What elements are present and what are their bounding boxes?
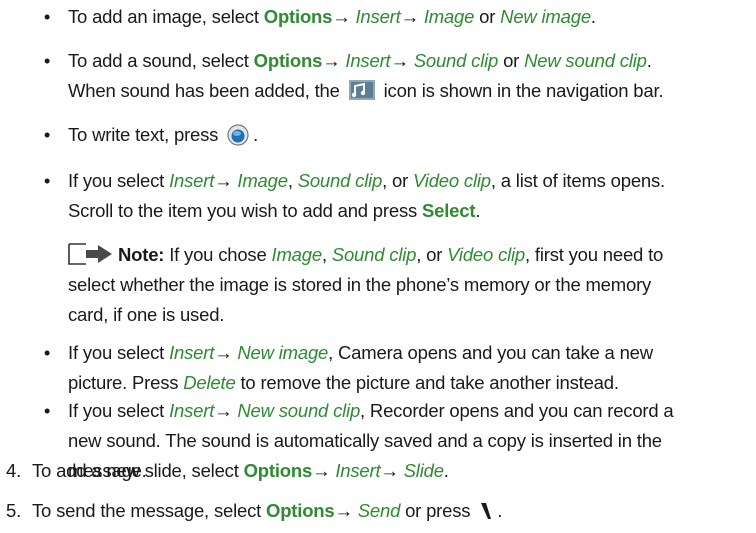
new-sound-clip-command: New sound clip (237, 400, 361, 421)
bullet-marker: • (43, 6, 51, 27)
new-image-command: New image (237, 342, 329, 363)
bullet-text: To write text, press . (68, 124, 259, 146)
bullet-marker: • (43, 124, 51, 145)
options-command: Options (253, 50, 323, 71)
bullet-text: If you select Insert→ New image, Camera … (68, 342, 653, 393)
video-clip-command: Video clip (412, 170, 491, 191)
bullet-marker: • (43, 400, 51, 421)
insert-command: Insert (335, 460, 381, 481)
sound-clip-command: Sound clip (297, 170, 383, 191)
image-command: Image (271, 244, 323, 265)
slide-command: Slide (403, 460, 444, 481)
bullet-text: If you select Insert→ Image, Sound clip,… (68, 170, 665, 221)
insert-command: Insert (169, 400, 215, 421)
bullet-text: To add an image, select Options→ Insert→… (68, 6, 596, 27)
step-number: 4. (6, 460, 22, 481)
manual-page: • To add an image, select Options→ Inser… (0, 0, 756, 533)
new-image-command: New image (500, 6, 591, 27)
note-label: Note: (118, 244, 165, 265)
send-command: Send (357, 500, 401, 521)
step-add-slide: 4. To add a new slide, select Options→ In… (6, 456, 746, 486)
new-sound-clip-command: New sound clip (524, 50, 647, 71)
call-send-key-icon (481, 503, 492, 519)
image-command: Image (237, 170, 288, 191)
bullet-marker: • (43, 342, 51, 363)
sound-clip-command: Sound clip (413, 50, 499, 71)
sound-clip-command: Sound clip (331, 244, 417, 265)
note-arrow-icon (68, 243, 112, 265)
bullet-marker: • (43, 170, 51, 191)
bullet-text: To add a sound, select Options→ Insert→ … (68, 50, 664, 101)
sound-clip-icon (348, 80, 375, 100)
insert-command: Insert (169, 170, 215, 191)
step-number: 5. (6, 500, 22, 521)
options-command: Options (243, 460, 313, 481)
video-clip-command: Video clip (447, 244, 525, 265)
navigation-key-icon (227, 124, 249, 146)
image-command: Image (423, 6, 475, 27)
bullet-marker: • (43, 50, 51, 71)
note-block: Note: If you chose Image, Sound clip, or… (68, 243, 664, 325)
insert-command: Insert (345, 50, 391, 71)
insert-command: Insert (169, 342, 215, 363)
step-send-message: 5. To send the message, select Options→ S… (6, 496, 746, 526)
insert-command: Insert (355, 6, 401, 27)
options-command: Options (266, 500, 335, 521)
delete-command: Delete (183, 372, 236, 393)
select-command: Select (422, 200, 476, 221)
options-command: Options (263, 6, 333, 27)
